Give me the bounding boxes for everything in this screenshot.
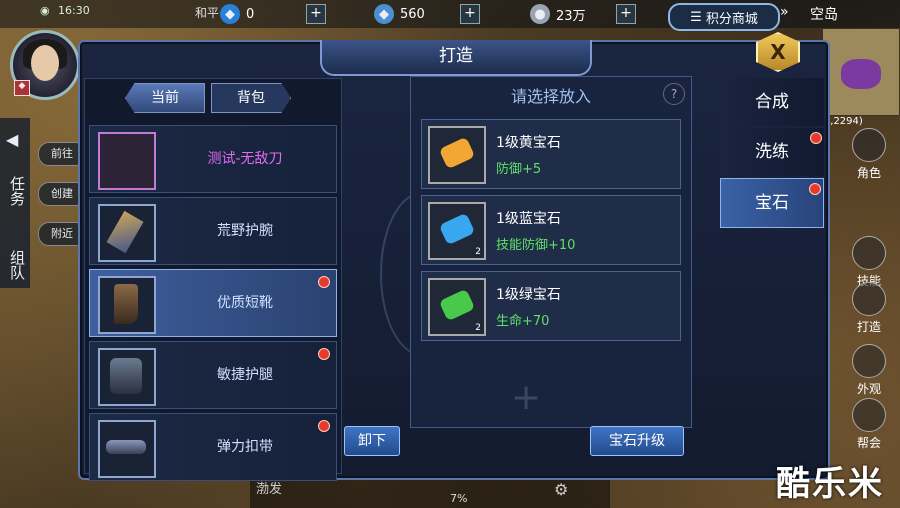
left-side-panel: ◀ 任务 组队 [0,118,30,288]
collapse-arrow-icon[interactable]: ◀ [6,130,18,149]
menu-forge[interactable]: 打造 [846,282,892,335]
add-bound-diamond-button[interactable]: + [460,4,480,24]
minimap[interactable] [822,28,900,116]
bound-diamond-value: 560 [400,6,425,22]
menu-guild[interactable]: 帮会 [846,398,892,451]
map-toggle-arrow-icon[interactable]: » [780,4,789,20]
team-tab[interactable]: 组队 [7,250,28,280]
menu-guild-label: 帮会 [856,436,881,450]
task-tab[interactable]: 任务 [7,176,28,206]
tab-compose-label: 合成 [755,92,789,112]
skill-icon [852,236,886,270]
gem-name: 1级黄宝石 [496,135,561,151]
equipment-name: 敏捷护腿 [217,367,273,383]
watermark-logo: 酷乐米 [776,464,884,504]
tab-compose[interactable]: 合成 [720,78,824,126]
gem-bonus: 防御+5 [496,162,542,177]
silver-value: 23万 [556,8,586,24]
equipment-tabs: 当前 背包 [125,83,291,113]
menu-appearance-label: 外观 [856,382,881,396]
pk-mode-label[interactable]: 和平 [195,4,219,21]
points-shop-button[interactable]: ☰ 积分商城 [668,3,780,31]
diamond-value: 0 [246,6,255,22]
menu-role-label: 角色 [856,166,881,180]
bracer-icon [98,204,156,262]
bound-diamond-icon: ◆ [374,4,394,24]
gem-bonus: 技能防御+10 [496,238,576,253]
blue-gem-icon: 2 [428,202,486,260]
equipment-item-leggings[interactable]: 敏捷护腿 [89,341,337,409]
gem-select-panel: 请选择放入 ? 1级黄宝石 防御+5 2 1级蓝宝石 技能防御+10 2 1级绿… [410,76,692,428]
tab-refine-label: 洗练 [755,142,789,162]
red-dot-badge [318,276,330,288]
tab-current[interactable]: 当前 [125,83,205,113]
gem-upgrade-button[interactable]: 宝石升级 [590,426,684,456]
gear-icon[interactable]: ⚙ [554,480,568,499]
boots-icon [98,276,156,334]
shop-icon: ☰ [690,9,702,25]
dialog-title: 打造 [320,40,592,76]
red-dot-badge [809,183,821,195]
appearance-icon [852,344,886,378]
menu-forge-label: 打造 [856,320,881,334]
role-icon [852,128,886,162]
unequip-button[interactable]: 卸下 [344,426,400,456]
red-dot-badge [810,132,822,144]
red-dot-badge [318,348,330,360]
help-icon[interactable]: ? [663,83,685,105]
equipment-item-belt[interactable]: 弹力扣带 [89,413,337,481]
wifi-icon: ◉ [40,4,50,17]
equipment-item-boots[interactable]: 优质短靴 [89,269,337,337]
yellow-gem-icon [428,126,486,184]
top-status-bar: ◉ 16:30 和平 ◆ 0 + ◆ 560 + ● 23万 + ☰ 积分商城 … [0,0,900,31]
minimap-region-marker [841,59,881,89]
forge-dialog: 打造 X 当前 背包 测试-无敌刀 荒野护腕 优质短靴 敏捷护腿 弹力扣带 卸下… [78,32,830,481]
gem-item-yellow[interactable]: 1级黄宝石 防御+5 [421,119,681,189]
green-gem-icon: 2 [428,278,486,336]
equipment-name: 测试-无敌刀 [207,151,283,167]
weapon-slot-icon [98,132,156,190]
menu-appearance[interactable]: 外观 [846,344,892,397]
shield-icon: ◆ [14,80,30,96]
resource-bound-diamond: ◆ 560 + [374,4,480,24]
avatar-face [31,45,59,81]
gem-name: 1级绿宝石 [496,287,561,303]
equipment-item-bracer[interactable]: 荒野护腕 [89,197,337,265]
equipment-name: 荒野护腕 [217,223,273,239]
equipment-panel: 当前 背包 测试-无敌刀 荒野护腕 优质短靴 敏捷护腿 弹力扣带 [84,78,342,481]
leggings-icon [98,348,156,406]
resource-diamond: ◆ 0 + [220,4,326,24]
tab-gem-label: 宝石 [755,193,789,213]
equipment-name: 优质短靴 [217,295,273,311]
gem-item-green[interactable]: 2 1级绿宝石 生命+70 [421,271,681,341]
exp-percent: 7% [450,492,468,505]
equipment-name: 弹力扣带 [217,439,273,455]
tab-bag[interactable]: 背包 [211,83,291,113]
tab-refine[interactable]: 洗练 [720,128,824,176]
forge-side-tabs: 合成 洗练 宝石 [720,78,824,230]
forge-icon [852,282,886,316]
equipment-item-weapon[interactable]: 测试-无敌刀 [89,125,337,193]
silver-coin-icon: ● [530,4,550,24]
gem-name: 1级蓝宝石 [496,211,561,227]
diamond-icon: ◆ [220,4,240,24]
points-shop-label: 积分商城 [705,11,758,27]
menu-role[interactable]: 角色 [846,128,892,181]
equipment-list: 测试-无敌刀 荒野护腕 优质短靴 敏捷护腿 弹力扣带 [89,125,337,485]
resource-silver: ● 23万 + [530,4,636,24]
guild-icon [852,398,886,432]
gem-item-blue[interactable]: 2 1级蓝宝石 技能防御+10 [421,195,681,265]
add-silver-button[interactable]: + [616,4,636,24]
tab-gem[interactable]: 宝石 [720,178,824,228]
clock: 16:30 [58,4,90,17]
belt-icon [98,420,156,478]
empty-slot-plus-icon: + [511,377,542,418]
gem-bonus: 生命+70 [496,314,550,329]
red-dot-badge [318,420,330,432]
add-diamond-button[interactable]: + [306,4,326,24]
map-name: 空岛 [810,7,838,23]
gem-panel-title: 请选择放入 [510,87,591,106]
